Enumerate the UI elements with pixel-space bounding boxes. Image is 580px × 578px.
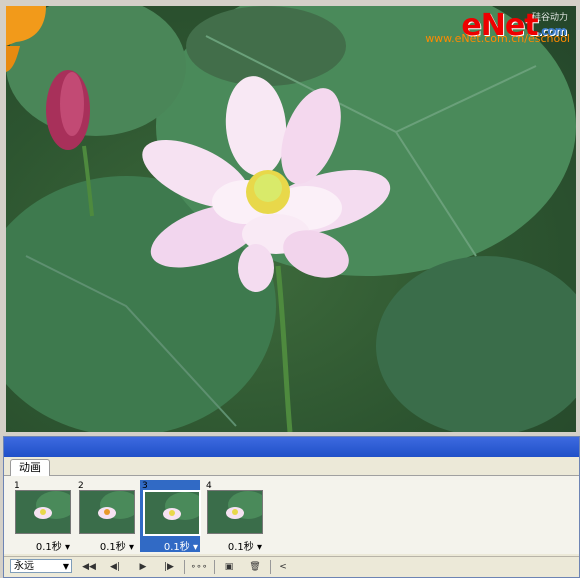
frame-4[interactable]: 4 0.1秒 ▾ bbox=[204, 480, 264, 553]
play-icon[interactable]: ▶ bbox=[132, 560, 154, 574]
chevron-down-icon: ▼ bbox=[62, 562, 69, 571]
lotus-photo: 硅谷动力 eNet.com www.eNet.com.cn/eschool bbox=[6, 6, 576, 432]
trash-icon[interactable]: 🗑 bbox=[244, 560, 266, 574]
watermark-url: www.eNet.com.cn/eschool bbox=[425, 32, 570, 45]
animation-panel: 动画 1 0.1秒 ▾ 2 0.1秒 ▾ 3 0.1秒 ▾ 4 0.1秒 ▾ 永… bbox=[3, 436, 580, 578]
loop-value: 永远 bbox=[14, 561, 34, 572]
frame-thumbnail bbox=[143, 490, 201, 536]
frame-delay[interactable]: 0.1秒 ▾ bbox=[12, 538, 72, 553]
frame-thumbnail bbox=[207, 490, 263, 534]
frame-thumbnail bbox=[15, 490, 71, 534]
previous-frame-icon[interactable]: ◀| bbox=[104, 560, 126, 574]
loop-options-select[interactable]: 永远 ▼ bbox=[10, 559, 72, 573]
separator bbox=[184, 560, 185, 574]
separator bbox=[214, 560, 215, 574]
separator bbox=[270, 560, 271, 574]
frame-thumbnail bbox=[79, 490, 135, 534]
scroll-left-icon[interactable]: < bbox=[272, 560, 294, 574]
frames-area: 1 0.1秒 ▾ 2 0.1秒 ▾ 3 0.1秒 ▾ 4 0.1秒 ▾ bbox=[4, 476, 579, 554]
panel-titlebar[interactable] bbox=[4, 437, 579, 457]
document-canvas[interactable]: 硅谷动力 eNet.com www.eNet.com.cn/eschool bbox=[0, 0, 580, 436]
frame-1[interactable]: 1 0.1秒 ▾ bbox=[12, 480, 72, 553]
animation-controls: 永远 ▼ ◀◀ ◀| ▶ |▶ ∘∘∘ ▣ 🗑 < bbox=[4, 556, 579, 577]
tween-icon[interactable]: ∘∘∘ bbox=[188, 560, 210, 574]
frame-delay[interactable]: 0.1秒 ▾ bbox=[76, 538, 136, 553]
frame-delay[interactable]: 0.1秒 ▾ bbox=[140, 538, 200, 553]
next-frame-icon[interactable]: |▶ bbox=[158, 560, 180, 574]
frame-3[interactable]: 3 0.1秒 ▾ bbox=[140, 480, 201, 553]
tab-animation[interactable]: 动画 bbox=[10, 459, 50, 476]
duplicate-frame-icon[interactable]: ▣ bbox=[218, 560, 240, 574]
frame-2[interactable]: 2 0.1秒 ▾ bbox=[76, 480, 136, 553]
first-frame-icon[interactable]: ◀◀ bbox=[78, 560, 100, 574]
panel-tab-row: 动画 bbox=[4, 457, 579, 476]
frame-delay[interactable]: 0.1秒 ▾ bbox=[204, 538, 264, 553]
